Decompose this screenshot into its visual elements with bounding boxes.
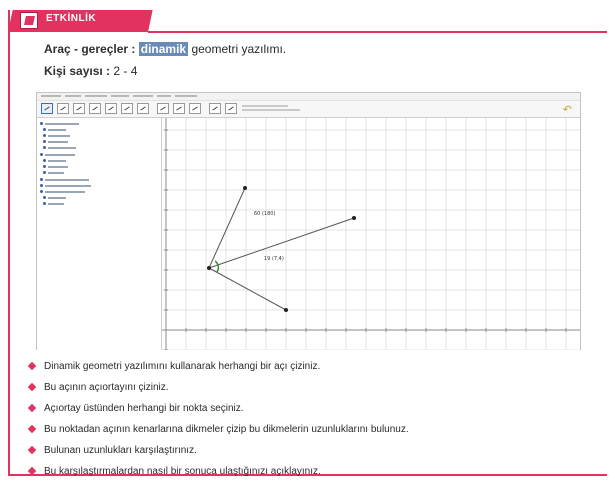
- plot-label-1: 60 (180): [254, 211, 275, 217]
- polygon-tool-icon: [105, 103, 117, 114]
- angle-ray-upper: [208, 187, 246, 269]
- algebra-view: [37, 118, 162, 350]
- bisector-point: [352, 216, 356, 220]
- materials-text: geometri yazılımı.: [191, 42, 287, 56]
- view-tool-icon: [209, 103, 221, 114]
- undo-icon: ↶: [562, 104, 572, 116]
- people-line: Kişi sayısı : 2 - 4: [44, 64, 137, 78]
- plot-label-2: 19 (7,4): [264, 256, 284, 262]
- vertex-point: [207, 266, 211, 270]
- point-tool-icon: [57, 103, 69, 114]
- tool-bar: ↶: [37, 101, 580, 118]
- conic-tool-icon: [137, 103, 149, 114]
- upper-point: [243, 186, 247, 190]
- materials-label: Araç - gereçler :: [44, 42, 136, 56]
- header-rule: [148, 31, 607, 33]
- angle-ray-lower: [208, 267, 287, 311]
- instruction-item: Dinamik geometri yazılımını kullanarak h…: [27, 361, 320, 372]
- tool-help-text: [242, 105, 300, 113]
- reflect-tool-icon: [173, 103, 185, 114]
- line-tool-icon: [73, 103, 85, 114]
- materials-highlight: dinamik: [138, 42, 189, 56]
- people-label: Kişi sayısı :: [44, 64, 111, 78]
- slider-tool-icon: [189, 103, 201, 114]
- geometry-software-screenshot: ↶ 60 (180) 19 (7,4): [36, 92, 581, 351]
- people-value: 2 - 4: [113, 64, 138, 78]
- geometry-canvas: 60 (180) 19 (7,4): [162, 118, 580, 351]
- lower-point: [284, 308, 288, 312]
- activity-header-label: ETKİNLİK: [46, 13, 97, 24]
- instruction-item: Bu açının açıortayını çiziniz.: [27, 382, 169, 393]
- angle-tool-icon: [157, 103, 169, 114]
- menu-bar: [37, 93, 580, 101]
- activity-icon: [20, 12, 38, 29]
- instruction-item: Bu karşılaştırmalardan nasıl bir sonuca …: [27, 466, 321, 477]
- instruction-item: Açıortay üstünden herhangi bir nokta seç…: [27, 403, 244, 414]
- circle-tool-icon: [121, 103, 133, 114]
- text-tool-icon: [225, 103, 237, 114]
- move-tool-icon: [41, 103, 53, 114]
- materials-line: Araç - gereçler : dinamik geometri yazıl…: [44, 42, 286, 56]
- instruction-item: Bulunan uzunlukları karşılaştırınız.: [27, 445, 197, 456]
- instruction-item: Bu noktadan açının kenarlarına dikmeler …: [27, 424, 409, 435]
- graphics-view: 60 (180) 19 (7,4): [162, 118, 580, 351]
- perpendicular-tool-icon: [89, 103, 101, 114]
